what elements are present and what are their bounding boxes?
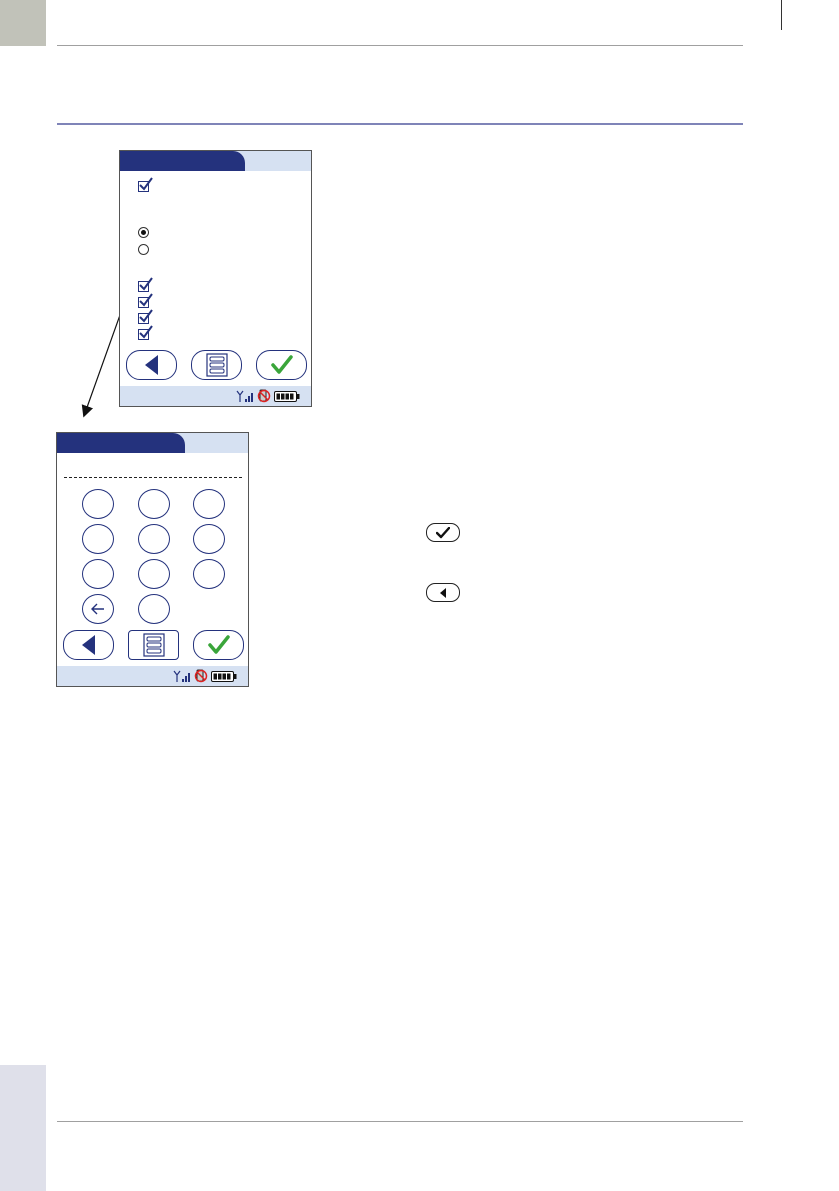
screen-title-tab (120, 151, 245, 171)
back-button[interactable] (126, 350, 177, 380)
menu-list-icon (205, 353, 228, 377)
back-triangle-icon (81, 635, 95, 655)
keypad-key-2[interactable] (138, 489, 170, 519)
back-triangle-icon (144, 355, 158, 375)
menu-list-icon (142, 633, 165, 657)
no-docking-icon (257, 389, 271, 403)
checkbox-1[interactable] (138, 177, 153, 192)
radio-option-2[interactable] (138, 244, 149, 255)
chapter-tab-top (0, 0, 46, 46)
footer-rule (57, 1121, 743, 1122)
keypad-key-4[interactable] (82, 524, 114, 554)
arrow-left-icon (91, 603, 104, 615)
checkbox-2[interactable] (138, 277, 153, 292)
crop-mark (781, 0, 782, 30)
keypad-key-6[interactable] (193, 524, 225, 554)
keypad-key-8[interactable] (138, 559, 170, 589)
menu-button[interactable] (191, 350, 242, 380)
device-screen-settings (119, 150, 312, 407)
keypad-key-7[interactable] (82, 559, 114, 589)
keypad-backspace[interactable] (82, 594, 114, 624)
status-bar (120, 386, 311, 406)
radio-option-1[interactable] (138, 227, 149, 238)
inline-back-icon (426, 583, 460, 602)
back-button[interactable] (63, 630, 114, 660)
status-bar (57, 666, 248, 686)
confirm-button[interactable] (256, 350, 307, 380)
confirm-button[interactable] (193, 630, 244, 660)
screen-header (120, 151, 311, 171)
no-docking-icon (194, 669, 208, 683)
header-rule (57, 45, 743, 46)
screen-header (57, 433, 248, 453)
confirm-check-icon (207, 635, 230, 654)
confirm-check-icon (436, 526, 450, 538)
checkbox-5[interactable] (138, 325, 153, 340)
confirm-check-icon (270, 355, 293, 374)
checkbox-3[interactable] (138, 293, 153, 308)
keypad-key-3[interactable] (193, 489, 225, 519)
device-screen-keypad (56, 432, 249, 687)
checkbox-4[interactable] (138, 309, 153, 324)
chapter-tab-bottom (0, 1065, 46, 1191)
keypad-key-0[interactable] (138, 594, 170, 624)
wireless-signal-icon (236, 390, 253, 402)
inline-confirm-icon (426, 523, 460, 542)
keypad-key-5[interactable] (138, 524, 170, 554)
battery-full-icon (274, 391, 300, 402)
back-triangle-icon (440, 587, 446, 598)
menu-button[interactable] (128, 630, 179, 660)
screen-title-tab (57, 433, 185, 453)
battery-full-icon (211, 671, 237, 682)
section-rule (57, 123, 743, 125)
wireless-signal-icon (173, 670, 190, 682)
keypad-key-1[interactable] (82, 489, 114, 519)
entry-field-line (64, 477, 242, 478)
keypad-key-9[interactable] (193, 559, 225, 589)
